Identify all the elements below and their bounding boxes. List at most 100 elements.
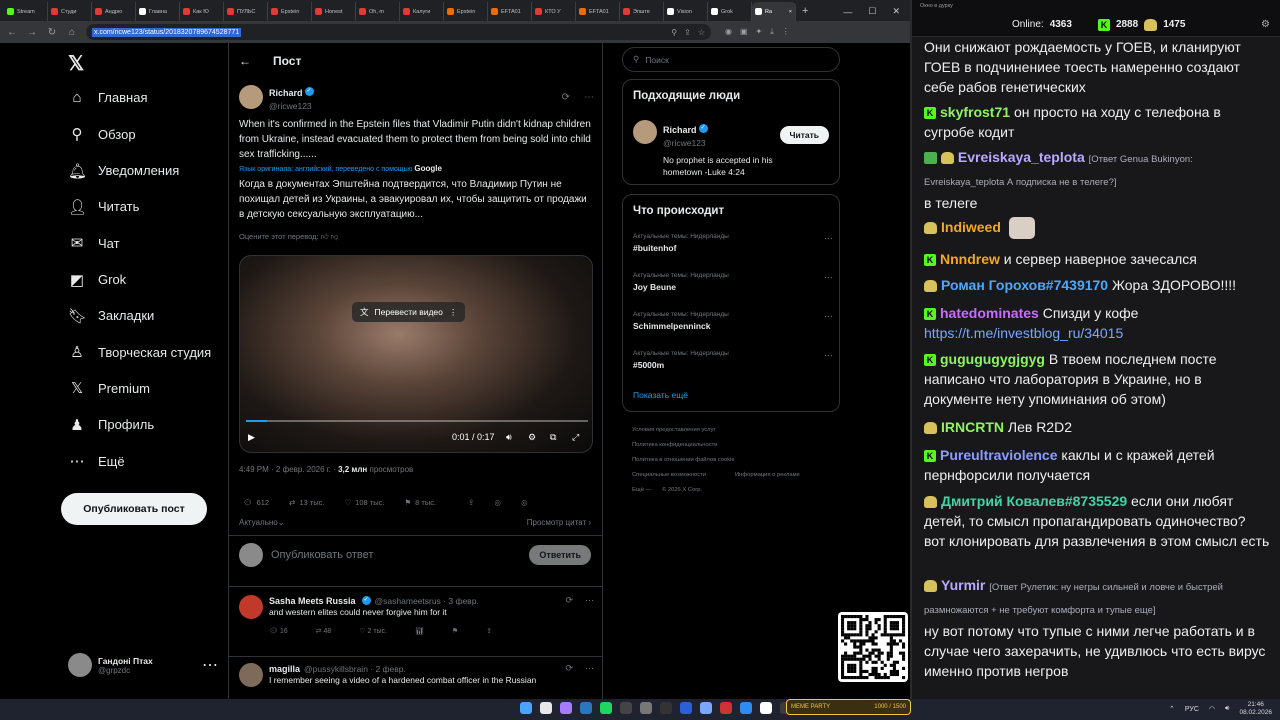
author-handle[interactable]: @ricwe123	[269, 101, 314, 111]
more-vertical-icon[interactable]: ⋮	[449, 307, 458, 318]
nav-item-5[interactable]: ◩ Grok	[68, 271, 126, 289]
browser-tab[interactable]: ПУЛЬС	[224, 2, 268, 21]
trend-item[interactable]: Актуальные темы: Нидерланды Schimmelpenni…	[633, 311, 833, 331]
taskbar-app-icon[interactable]	[700, 702, 712, 714]
video-progress-bar[interactable]	[246, 420, 588, 422]
chat-username[interactable]: Дмитрий Ковалев#8735529	[941, 493, 1127, 509]
back-arrow-icon[interactable]: ←	[239, 54, 251, 68]
zoom-icon[interactable]: ⚲	[671, 28, 677, 37]
like-button[interactable]: ♡ 108 тыс.	[344, 498, 384, 507]
nav-item-9[interactable]: ♟ Профиль	[68, 416, 154, 434]
play-icon[interactable]: ▶	[248, 432, 255, 443]
chat-username[interactable]: Indiweed	[941, 219, 1001, 235]
footer-link[interactable]: Специальные возможности	[632, 472, 706, 478]
taskbar-app-icon[interactable]	[620, 702, 632, 714]
fullscreen-icon[interactable]: ⤢	[572, 432, 579, 443]
minimize-icon[interactable]: —	[843, 7, 852, 17]
settings-icon[interactable]: ⚙	[528, 432, 536, 443]
browser-tab[interactable]: Vision	[664, 2, 708, 21]
taskbar-app-icon[interactable]	[560, 702, 572, 714]
show-more-link[interactable]: Показать ещё	[633, 390, 688, 400]
volume-icon[interactable]: 🔊︎	[506, 432, 512, 443]
person-handle[interactable]: @ricwe123	[663, 138, 798, 148]
view-quotes-link[interactable]: Просмотр цитат ›	[527, 518, 591, 527]
more-icon[interactable]: ⋯	[585, 595, 594, 606]
search-input[interactable]: ⚲ Поиск	[622, 47, 840, 72]
footer-link[interactable]: Ещё —	[632, 487, 651, 493]
taskbar-app-icon[interactable]	[520, 702, 532, 714]
reply-handle[interactable]: @sashameetsrus · 3 февр.	[375, 596, 479, 606]
extension-icon[interactable]: ◉	[725, 27, 732, 37]
translate-video-button[interactable]: 文 Перевести видео ⋮	[352, 302, 466, 322]
reply-handle[interactable]: @pussykillsbrain · 2 февр.	[304, 664, 406, 674]
puzzle-icon[interactable]: ✦	[756, 27, 763, 37]
chat-username[interactable]: gugugugygjgyg	[940, 351, 1045, 367]
close-window-icon[interactable]: ✕	[892, 6, 900, 17]
avatar[interactable]	[239, 595, 263, 619]
extension-icon[interactable]: ▣	[740, 27, 748, 37]
browser-tab[interactable]: Epstein	[268, 2, 312, 21]
trend-item[interactable]: Актуальные темы: Нидерланды #5000m ⋯	[633, 350, 833, 370]
chat-link[interactable]: https://t.me/investblog_ru/34015	[924, 325, 1123, 341]
bookmark-button[interactable]: ⚑ 8 тыс.	[404, 498, 436, 507]
chat-username[interactable]: Роман Горохов#7439170	[941, 277, 1108, 293]
reload-icon[interactable]: ↻	[46, 27, 58, 38]
close-icon[interactable]: ×	[789, 9, 792, 15]
home-browser-icon[interactable]: ⌂	[66, 27, 78, 38]
reply-button[interactable]: 💬︎ 16	[269, 627, 288, 635]
browser-tab[interactable]: Ra ×	[752, 2, 796, 21]
globe-button[interactable]: ◎	[521, 498, 528, 507]
follow-button[interactable]: Читать	[779, 126, 829, 144]
settings-icon[interactable]: ⚙	[1261, 19, 1270, 30]
taskbar-app-icon[interactable]	[740, 702, 752, 714]
wifi-icon[interactable]: ◠	[1209, 705, 1215, 713]
nav-item-2[interactable]: 🔔︎ Уведомления	[68, 162, 179, 180]
more-icon[interactable]: ⋯	[824, 233, 833, 244]
browser-tab[interactable]: КТО У	[532, 2, 576, 21]
new-tab-icon[interactable]: +	[796, 2, 814, 21]
grok-icon[interactable]: ⟳	[565, 595, 573, 606]
taskbar-app-icon[interactable]	[660, 702, 672, 714]
account-switcher[interactable]: Гандоні Птах @grpzdc ⋯	[68, 653, 218, 677]
footer-link[interactable]: © 2026 X Corp.	[662, 487, 702, 493]
more-icon[interactable]: ⋯	[824, 272, 833, 283]
pip-icon[interactable]: ⧉	[550, 432, 556, 443]
views-button[interactable]: 📊︎	[415, 627, 424, 635]
translate-note[interactable]: Язык оригинала: английский, переведено с…	[239, 164, 594, 173]
reply-author[interactable]: magilla	[269, 664, 300, 674]
browser-tab[interactable]: Эпште	[620, 2, 664, 21]
taskbar-app-icon[interactable]	[760, 702, 772, 714]
chat-username[interactable]: Yurmir	[941, 577, 985, 593]
more-icon[interactable]: ⋯	[585, 663, 594, 674]
tray-chevron-icon[interactable]: ⌃	[1169, 705, 1175, 713]
browser-tab[interactable]: Oh, m	[356, 2, 400, 21]
more-icon[interactable]: ⋯	[202, 655, 218, 675]
avatar[interactable]	[239, 85, 263, 109]
browser-tab[interactable]: Honest	[312, 2, 356, 21]
thumb-up-icon[interactable]: 👍︎	[321, 232, 329, 241]
author-name[interactable]: Richard	[269, 88, 303, 98]
x-logo-icon[interactable]: 𝕏	[68, 51, 84, 76]
volume-icon[interactable]: 🔊︎	[1225, 705, 1229, 713]
avatar[interactable]	[633, 120, 657, 144]
browser-tab[interactable]: Stream	[4, 2, 48, 21]
nav-item-6[interactable]: 🔖︎ Закладки	[68, 307, 154, 325]
reply-item[interactable]: magilla @pussykillsbrain · 2 февр. ⟳ ⋯ I…	[239, 663, 594, 687]
footer-link[interactable]: Информация о рекламе	[735, 472, 800, 478]
nav-item-1[interactable]: ⚲ Обзор	[68, 125, 136, 143]
more-icon[interactable]: ⋯	[584, 92, 594, 103]
sort-dropdown[interactable]: Актуально⌄	[239, 518, 284, 527]
like-button[interactable]: ♡ 2 тыс.	[359, 627, 387, 635]
reply-input[interactable]: Опубликовать ответ	[271, 549, 373, 561]
grok-icon[interactable]: ⟳	[562, 92, 570, 103]
translate-globe-button[interactable]: ◎	[494, 498, 501, 507]
footer-link[interactable]: Политика в отношении файлов cookie	[632, 457, 735, 463]
reply-button[interactable]: 💬︎ 612	[243, 498, 269, 507]
taskbar-app-icon[interactable]	[640, 702, 652, 714]
footer-link[interactable]: Условия предоставления услуг	[632, 427, 716, 433]
chat-username[interactable]: hatedominates	[940, 305, 1039, 321]
menu-icon[interactable]: ⋮	[782, 27, 790, 37]
nav-item-10[interactable]: ⋯ Ещё	[68, 452, 125, 470]
browser-tab[interactable]: EFTA01	[576, 2, 620, 21]
maximize-icon[interactable]: ☐	[868, 6, 876, 17]
